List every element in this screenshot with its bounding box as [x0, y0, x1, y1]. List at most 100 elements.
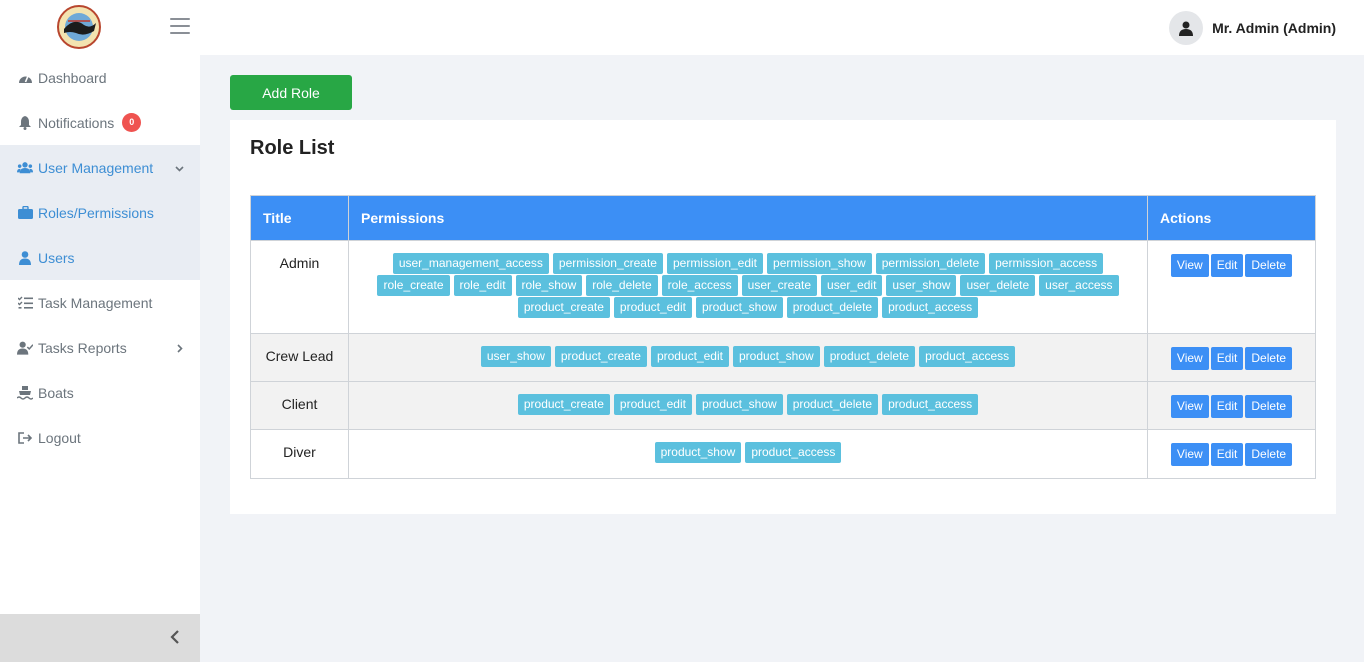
sidebar-item-label: Dashboard	[38, 69, 107, 86]
add-role-button[interactable]: Add Role	[230, 75, 352, 110]
permission-badge: product_delete	[786, 394, 879, 415]
permission-badge: user_edit	[821, 275, 883, 296]
delete-button[interactable]: Delete	[1245, 254, 1293, 277]
table-row: Crew Lead user_show product_create product_…	[250, 333, 1316, 382]
permission-badge: product_edit	[613, 297, 692, 318]
role-title-cell: Diver	[250, 429, 349, 479]
permission-badge: product_delete	[823, 346, 916, 367]
view-button[interactable]: View	[1170, 443, 1209, 466]
sidebar-item-label: Logout	[38, 429, 81, 446]
avatar	[1169, 11, 1204, 45]
permissions-cell: product_show product_access	[348, 429, 1148, 479]
role-title-cell: Admin	[250, 240, 349, 334]
permission-badge: product_access	[882, 297, 979, 318]
sidebar-item-boats[interactable]: Boats	[0, 370, 200, 415]
table-row: Diver product_show product_access View Edit D…	[250, 429, 1316, 479]
ship-icon	[17, 385, 33, 401]
permission-badge: product_create	[554, 346, 647, 367]
sidebar-item-label: Users	[38, 249, 75, 266]
sidebar-item-tasks-reports[interactable]: Tasks Reports	[0, 325, 200, 370]
delete-button[interactable]: Delete	[1245, 395, 1293, 418]
role-title-cell: Crew Lead	[250, 333, 349, 382]
actions-cell: View Edit Delete	[1147, 240, 1316, 334]
user-menu[interactable]: Mr. Admin (Admin)	[1169, 11, 1336, 45]
sidebar-item-label: Tasks Reports	[38, 339, 127, 356]
permission-badge: product_access	[745, 442, 842, 463]
view-button[interactable]: View	[1170, 347, 1209, 370]
sidebar-item-notifications[interactable]: Notifications 0	[0, 100, 200, 145]
user-check-icon	[17, 340, 33, 356]
permission-badge: product_show	[732, 346, 820, 367]
table-row: Admin user_management_access permission_cr…	[250, 240, 1316, 334]
column-header-permissions: Permissions	[348, 195, 1148, 241]
page-title: Role List	[250, 137, 335, 159]
chevron-right-icon	[175, 340, 184, 356]
sidebar-item-dashboard[interactable]: Dashboard	[0, 55, 200, 100]
chevron-down-icon	[175, 160, 184, 176]
user-icon	[17, 250, 33, 266]
sidebar-item-label: Task Management	[38, 294, 153, 311]
sidebar-item-label: Notifications	[38, 114, 115, 131]
dashboard-icon	[17, 70, 33, 86]
permission-badge: user_show	[886, 275, 957, 296]
permission-badge: permission_access	[989, 253, 1104, 274]
sidebar-item-label: Boats	[38, 384, 74, 401]
permission-badge: product_access	[919, 346, 1016, 367]
edit-button[interactable]: Edit	[1210, 443, 1244, 466]
view-button[interactable]: View	[1170, 254, 1209, 277]
menu-toggle-icon[interactable]	[170, 18, 190, 36]
sidebar-item-user-management[interactable]: User Management	[0, 145, 200, 190]
user-name: Mr. Admin (Admin)	[1212, 20, 1336, 36]
permissions-cell: user_show product_create product_edit produ…	[348, 333, 1148, 382]
briefcase-icon	[17, 205, 33, 221]
table-row: Client product_create product_edit product_…	[250, 381, 1316, 430]
permission-badge: role_access	[661, 275, 738, 296]
permission-badge: product_create	[517, 297, 610, 318]
permission-badge: user_management_access	[392, 253, 549, 274]
actions-cell: View Edit Delete	[1147, 429, 1316, 479]
sidebar-item-logout[interactable]: Logout	[0, 415, 200, 460]
sidebar-collapse-button[interactable]	[0, 614, 200, 662]
permission-badge: role_edit	[453, 275, 512, 296]
logout-icon	[17, 430, 33, 446]
permissions-cell: user_management_access permission_create p…	[348, 240, 1148, 334]
view-button[interactable]: View	[1170, 395, 1209, 418]
edit-button[interactable]: Edit	[1210, 347, 1244, 370]
sidebar-item-users[interactable]: Users	[0, 235, 200, 280]
permission-badge: user_delete	[960, 275, 1036, 296]
permission-badge: role_show	[515, 275, 583, 296]
delete-button[interactable]: Delete	[1245, 443, 1293, 466]
permission-badge: product_create	[517, 394, 610, 415]
table-header-row: Title Permissions Actions	[250, 195, 1316, 241]
delete-button[interactable]: Delete	[1245, 347, 1293, 370]
role-title-cell: Client	[250, 381, 349, 430]
permission-badge: product_edit	[613, 394, 692, 415]
permission-badge: product_show	[695, 394, 783, 415]
tasks-icon	[17, 295, 33, 311]
permission-badge: product_show	[695, 297, 783, 318]
sidebar-item-label: Roles/Permissions	[38, 204, 154, 221]
permission-badge: permission_show	[767, 253, 872, 274]
bell-icon	[17, 115, 33, 131]
sidebar: Dashboard Notifications 0 User Managemen…	[0, 55, 200, 662]
edit-button[interactable]: Edit	[1210, 254, 1244, 277]
chevron-left-icon	[170, 630, 179, 644]
permission-badge: role_delete	[586, 275, 658, 296]
roles-table: Title Permissions Actions Admin user_mana…	[250, 195, 1316, 479]
sidebar-item-roles-permissions[interactable]: Roles/Permissions	[0, 190, 200, 235]
notification-count-badge: 0	[122, 113, 142, 132]
permission-badge: product_delete	[786, 297, 879, 318]
column-header-title: Title	[250, 195, 349, 241]
actions-cell: View Edit Delete	[1147, 381, 1316, 430]
edit-button[interactable]: Edit	[1210, 395, 1244, 418]
permission-badge: product_edit	[650, 346, 729, 367]
sidebar-item-task-management[interactable]: Task Management	[0, 280, 200, 325]
actions-cell: View Edit Delete	[1147, 333, 1316, 382]
column-header-actions: Actions	[1147, 195, 1316, 241]
company-logo[interactable]	[54, 3, 104, 51]
user-icon	[1179, 21, 1194, 36]
permission-badge: user_show	[480, 346, 551, 367]
permission-badge: product_show	[654, 442, 742, 463]
permission-badge: user_access	[1039, 275, 1119, 296]
permission-badge: user_create	[741, 275, 818, 296]
